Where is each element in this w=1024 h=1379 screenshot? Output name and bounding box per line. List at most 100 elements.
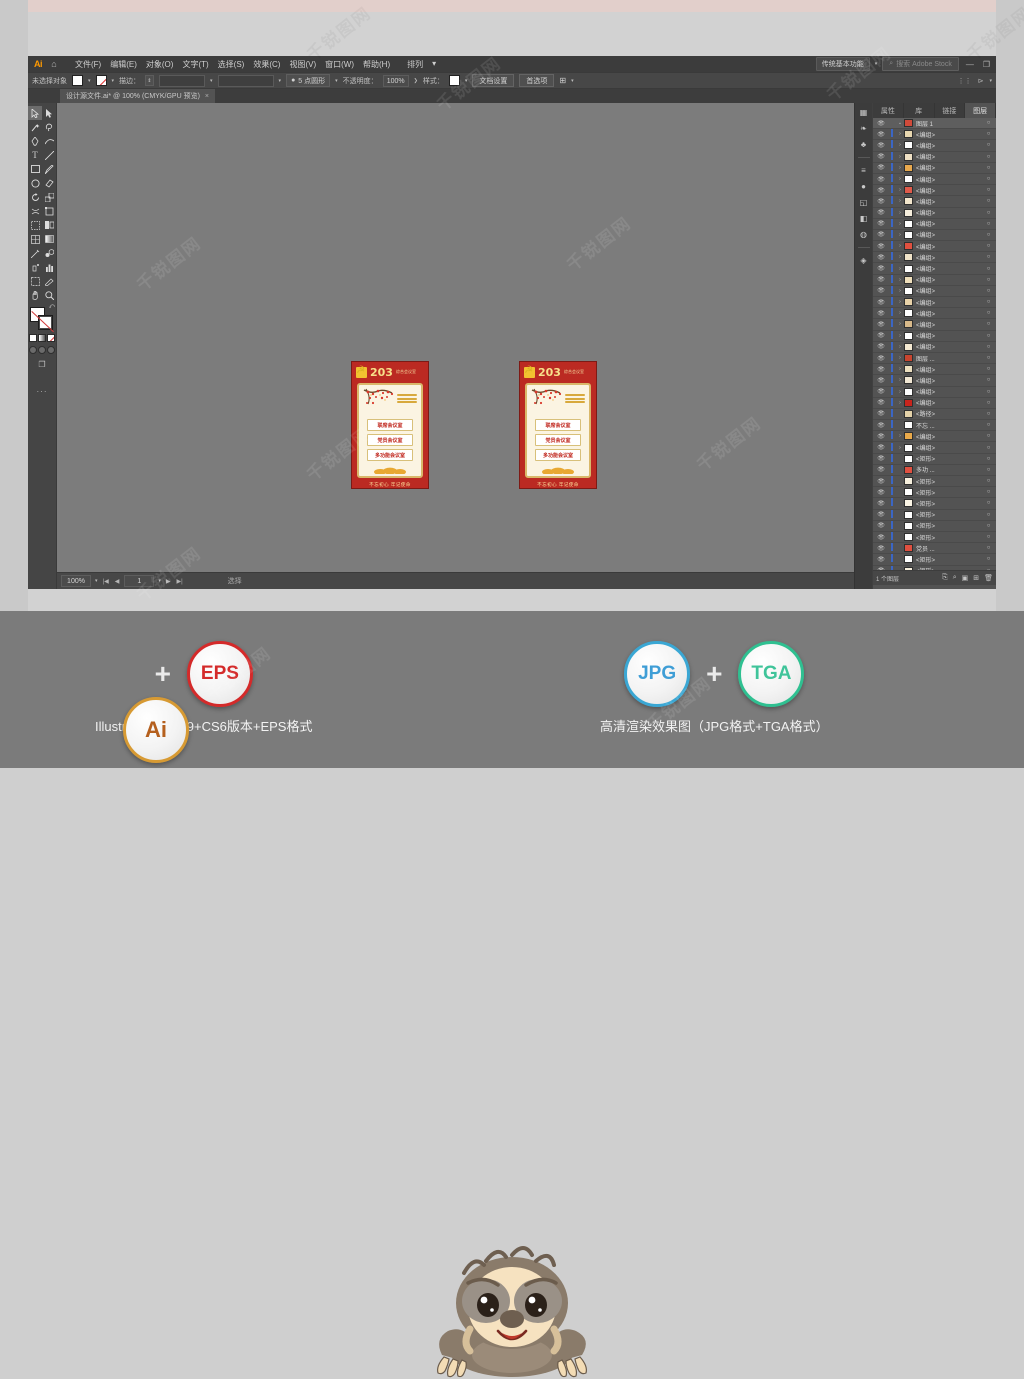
layer-row[interactable]: 👁 党员 ... ○ [873, 543, 996, 555]
layer-name[interactable]: <矩形> [916, 521, 983, 530]
draw-normal-button[interactable] [29, 346, 37, 354]
layer-lock-column[interactable] [887, 386, 896, 397]
layer-visibility-icon[interactable]: 👁 [875, 388, 887, 395]
document-setup-button[interactable]: 文档设置 [472, 74, 515, 87]
layer-name[interactable]: <编组> [916, 130, 983, 139]
layer-target-icon[interactable]: ○ [983, 400, 994, 406]
layer-lock-column[interactable] [887, 520, 896, 531]
curvature-tool[interactable] [42, 134, 56, 148]
paintbrush-tool[interactable] [42, 162, 56, 176]
layer-visibility-icon[interactable]: 👁 [875, 422, 887, 429]
layer-disclosure-icon[interactable]: › [896, 400, 904, 406]
layer-target-icon[interactable]: ○ [983, 299, 994, 305]
layer-disclosure-icon[interactable]: › [896, 254, 904, 260]
layer-row[interactable]: 👁 <矩形>○ [873, 532, 996, 544]
layer-row[interactable]: 👁 › <编组> ○ [873, 285, 996, 297]
layer-visibility-icon[interactable]: 👁 [875, 220, 887, 227]
free-transform-tool[interactable] [42, 204, 56, 218]
layer-row[interactable]: 👁 ⌄ 图层 1 ○ [873, 118, 996, 130]
layer-lock-column[interactable] [887, 285, 896, 296]
tab-properties[interactable]: 属性 [873, 103, 904, 118]
artboard-1[interactable]: 203 综合会议室 联席会议室 [351, 361, 429, 489]
layer-target-icon[interactable]: ○ [983, 266, 994, 272]
layer-target-icon[interactable]: ○ [983, 142, 994, 148]
layer-visibility-icon[interactable]: 👁 [875, 243, 887, 250]
tab-libraries[interactable]: 库 [904, 103, 935, 118]
home-icon[interactable]: ⌂ [47, 59, 61, 69]
layer-visibility-icon[interactable]: 👁 [875, 433, 887, 440]
layer-target-icon[interactable]: ○ [983, 545, 994, 551]
layer-disclosure-icon[interactable]: › [896, 288, 904, 294]
layer-target-icon[interactable]: ○ [983, 445, 994, 451]
layer-visibility-icon[interactable]: 👁 [875, 299, 887, 306]
minimize-button[interactable]: — [964, 60, 976, 69]
layer-name[interactable]: <矩形> [916, 499, 983, 508]
layer-row[interactable]: 👁 › <编组> ○ [873, 442, 996, 454]
layer-lock-column[interactable] [887, 174, 896, 184]
layer-lock-column[interactable] [887, 162, 896, 173]
layer-lock-column[interactable] [887, 453, 896, 464]
layer-disclosure-icon[interactable]: › [896, 131, 904, 137]
layer-name[interactable]: <矩形> [916, 566, 983, 570]
layer-disclosure-icon[interactable]: ⌄ [896, 120, 904, 126]
layer-target-icon[interactable]: ○ [983, 187, 994, 193]
layer-lock-column[interactable] [887, 151, 896, 162]
layer-row[interactable]: 👁 › <编组> ○ [873, 252, 996, 264]
menu-window[interactable]: 窗口(W) [325, 59, 354, 70]
layer-visibility-icon[interactable]: 👁 [875, 466, 887, 473]
layer-visibility-icon[interactable]: 👁 [875, 399, 887, 406]
artboard-next-button[interactable]: ▶ [165, 578, 172, 585]
more-tools-icon[interactable]: ··· [28, 387, 56, 396]
layer-lock-column[interactable] [887, 464, 896, 475]
stroke-weight-field[interactable] [159, 74, 206, 87]
shape-builder-tool[interactable] [28, 218, 42, 232]
layer-row[interactable]: 👁 <矩形>○ [873, 487, 996, 499]
layer-name[interactable]: 图层 1 [916, 119, 983, 128]
eyedropper-tool[interactable] [28, 246, 42, 260]
menu-object[interactable]: 对象(O) [146, 59, 174, 70]
zoom-level-field[interactable]: 100% [61, 575, 91, 587]
direct-selection-tool[interactable] [42, 106, 56, 120]
layer-target-icon[interactable]: ○ [983, 422, 994, 428]
layer-row[interactable]: 👁 › <编组> ○ [873, 274, 996, 286]
layer-target-icon[interactable]: ○ [983, 377, 994, 383]
layer-row[interactable]: 👁 <矩形>○ [873, 509, 996, 521]
delete-layer-icon[interactable]: 🗑 [984, 574, 993, 582]
layer-name[interactable]: 党员 ... [916, 544, 983, 553]
layer-lock-column[interactable] [887, 353, 896, 363]
pen-tool[interactable] [28, 134, 42, 148]
slice-tool[interactable] [42, 274, 56, 288]
adobe-stock-search[interactable]: ⌕ 搜索 Adobe Stock [882, 57, 959, 71]
layer-disclosure-icon[interactable]: › [896, 243, 904, 249]
artboard-canvas[interactable]: 203 综合会议室 联席会议室 [57, 103, 863, 572]
layer-lock-column[interactable] [887, 364, 896, 374]
layer-row[interactable]: 👁 › <编组> ○ [873, 263, 996, 275]
menu-type[interactable]: 文字(T) [182, 59, 208, 70]
mesh-tool[interactable] [28, 232, 42, 246]
layer-lock-column[interactable] [887, 420, 896, 430]
menu-file[interactable]: 文件(F) [75, 59, 101, 70]
new-sublayer-icon[interactable]: ▣ [962, 574, 969, 582]
style-chevron-icon[interactable]: ▾ [465, 78, 468, 84]
layer-row[interactable]: 👁 <矩形>○ [873, 565, 996, 570]
color-guide-icon[interactable]: ❧ [857, 123, 870, 134]
layer-row[interactable]: 👁 <路径> ○ [873, 408, 996, 421]
zoom-chevron-icon[interactable]: ▾ [95, 578, 98, 584]
layer-visibility-icon[interactable]: 👁 [875, 287, 887, 294]
layer-row[interactable]: 👁 <矩形>○ [873, 498, 996, 510]
layer-disclosure-icon[interactable]: › [896, 355, 904, 361]
type-tool[interactable]: T [28, 148, 42, 162]
restore-button[interactable]: ❐ [981, 60, 992, 69]
layer-lock-column[interactable] [887, 229, 896, 240]
layer-disclosure-icon[interactable]: › [896, 344, 904, 350]
layer-name[interactable]: <编组> [916, 320, 983, 329]
menu-effect[interactable]: 效果(C) [253, 59, 280, 70]
control-bar-overflow-icon[interactable]: ⋮⋮ [958, 77, 972, 85]
layer-row[interactable]: 👁 › <编组> ○ [873, 341, 996, 353]
layer-name[interactable]: <编组> [916, 197, 983, 206]
room-button-1[interactable]: 联席会议室 [535, 419, 581, 431]
room-button-2[interactable]: 党员会议室 [535, 434, 581, 446]
layer-visibility-icon[interactable]: 👁 [875, 187, 887, 194]
swap-fill-stroke-icon[interactable]: ⤺ [49, 304, 55, 311]
layer-lock-column[interactable] [887, 442, 896, 453]
